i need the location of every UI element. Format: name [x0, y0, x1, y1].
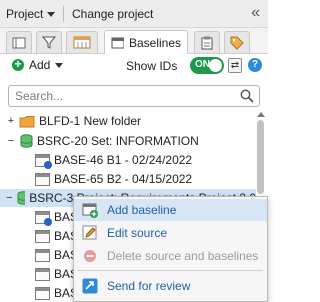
tree-item-label: BASE-46 B1 - 02/24/2022 [54, 153, 193, 167]
chevron-down-icon [55, 62, 64, 68]
calendar-icon [73, 36, 91, 49]
tree-item-label: BASE-65 B2 - 04/15/2022 [54, 172, 193, 186]
tag-icon [230, 36, 244, 50]
tree-item-folder[interactable]: + BLFD-1 New folder [0, 112, 256, 130]
baseline-icon [35, 286, 50, 300]
help-icon[interactable]: ? [248, 58, 262, 72]
clipboard-icon [201, 36, 213, 49]
collapse-panel-icon[interactable]: « [251, 4, 260, 22]
notebook-icon [12, 37, 26, 48]
change-project-link[interactable]: Change project [72, 7, 153, 21]
swap-icon[interactable]: ⇄ [228, 58, 242, 73]
tree-item-baseline[interactable]: BASE-65 B2 - 04/15/2022 [0, 170, 256, 188]
menu-item-delete-source[interactable]: Delete source and baselines [74, 245, 267, 267]
tab-bar: Baselines [0, 28, 268, 54]
menu-separator [78, 270, 263, 271]
scroll-up-icon[interactable] [257, 112, 265, 117]
collapse-icon[interactable]: − [6, 193, 13, 204]
tab-tag[interactable] [224, 31, 250, 53]
baseline-icon [35, 248, 50, 262]
tab-baselines[interactable]: Baselines [104, 30, 188, 54]
tab-baselines-label: Baselines [128, 35, 181, 50]
tree-item-label: BLFD-1 New folder [39, 114, 142, 128]
add-label: Add [29, 58, 51, 72]
toolbar: + Add Show IDs ON ⇄ ? [0, 54, 268, 78]
baseline-icon [35, 153, 52, 169]
tree-item-label: BSRC-20 Set: INFORMATION [37, 134, 199, 148]
send-icon [82, 278, 98, 294]
pencil-icon [82, 225, 98, 241]
database-icon [17, 191, 26, 205]
add-baseline-icon [82, 202, 98, 218]
toggle-state: ON [195, 59, 210, 70]
show-ids-label: Show IDs [126, 59, 178, 73]
menu-item-add-baseline[interactable]: Add baseline [74, 199, 267, 221]
search-icon[interactable] [240, 89, 254, 103]
menu-item-label: Delete source and baselines [107, 249, 259, 263]
baseline-icon [35, 229, 50, 243]
baseline-icon [35, 267, 50, 281]
search-box [8, 85, 260, 107]
divider [63, 6, 64, 22]
baseline-badge-icon [44, 217, 52, 226]
baseline-badge-icon [44, 160, 52, 169]
tree-item-baseline[interactable]: BASE-46 B1 - 02/24/2022 [0, 151, 256, 169]
filter-icon [42, 36, 56, 49]
search-input[interactable] [13, 88, 233, 104]
show-ids-toggle[interactable]: ON [190, 57, 224, 74]
menu-item-label: Send for review [107, 279, 191, 293]
context-menu: Add baseline Edit source Delete source a… [73, 196, 268, 302]
database-icon [20, 134, 33, 148]
menu-item-label: Add baseline [107, 203, 177, 217]
toggle-knob [209, 59, 222, 72]
collapse-icon[interactable]: − [6, 136, 16, 147]
scroll-thumb[interactable] [257, 120, 264, 194]
expand-icon[interactable]: + [6, 116, 16, 127]
project-menu-label: Project [6, 7, 44, 21]
menu-item-edit-source[interactable]: Edit source [74, 222, 267, 244]
baseline-icon [35, 172, 50, 186]
window-icon [111, 37, 124, 48]
tree-item-source[interactable]: − BSRC-20 Set: INFORMATION [0, 132, 256, 150]
tab-calendar[interactable] [66, 31, 98, 53]
chevron-down-icon [47, 11, 56, 17]
menu-item-label: Edit source [107, 226, 168, 240]
minus-circle-icon [82, 248, 98, 264]
baseline-icon [35, 210, 52, 226]
folder-icon [19, 115, 35, 127]
top-bar: Project Change project « [0, 0, 268, 28]
project-menu[interactable]: Project [6, 7, 56, 21]
plus-circle-icon: + [12, 58, 24, 71]
tab-filter[interactable] [36, 31, 62, 53]
tab-notebook[interactable] [6, 31, 32, 53]
tab-clipboard[interactable] [194, 31, 220, 53]
add-dropdown-button[interactable]: + Add [12, 58, 64, 72]
menu-item-send-for-review[interactable]: Send for review [74, 275, 267, 297]
